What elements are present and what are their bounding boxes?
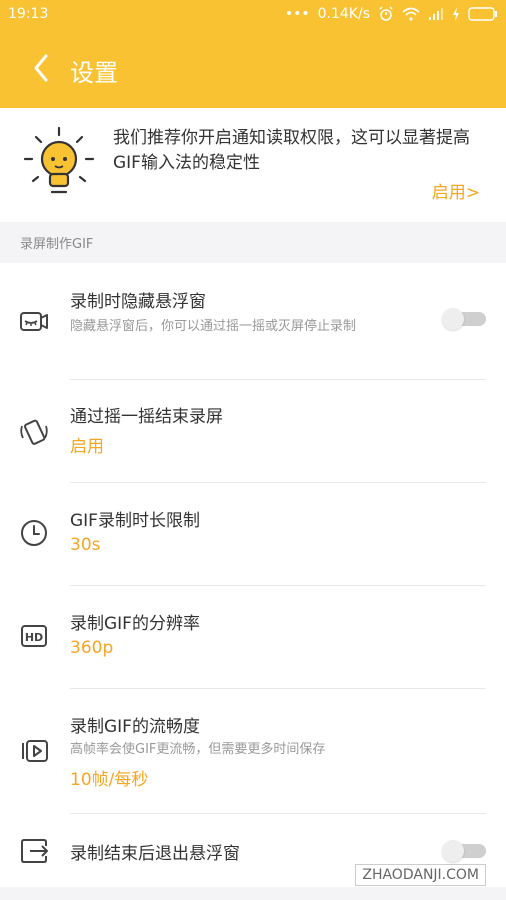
row-subtitle: 高帧率会使GIF更流畅，但需要更多时间保存: [70, 742, 326, 757]
toggle-knob: [442, 840, 464, 862]
wifi-icon: [402, 7, 420, 21]
row-title: 录制GIF的流畅度: [70, 717, 200, 737]
battery-icon: [468, 7, 497, 21]
watermark: ZHAODANJI.COM: [355, 864, 486, 886]
row-title: 录制GIF的分辨率: [70, 614, 200, 634]
row-value: 10帧/每秒: [70, 770, 149, 790]
hide-floating-window-toggle[interactable]: [442, 308, 486, 330]
row-subtitle: 隐藏悬浮窗后，你可以通过摇一摇或灭屏停止录制: [70, 319, 357, 334]
status-icons: ••• 0.14K/s: [285, 6, 498, 22]
hidden-camera-icon: [20, 312, 48, 331]
resolution-row[interactable]: HD 录制GIF的分辨率 360p: [0, 586, 506, 688]
svg-text:HD: HD: [25, 631, 43, 644]
hide-floating-window-row[interactable]: 录制时隐藏悬浮窗 隐藏悬浮窗后，你可以通过摇一摇或灭屏停止录制: [0, 263, 506, 379]
permission-notice: 我们推荐你开启通知读取权限，这可以显著提高GIF输入法的稳定性 启用>: [0, 108, 506, 222]
enable-permission-link[interactable]: 启用>: [432, 178, 480, 203]
shake-phone-icon: [20, 419, 48, 445]
exit-icon: [21, 839, 48, 863]
shake-to-stop-row[interactable]: 通过摇一摇结束录屏 启用: [0, 380, 506, 482]
notice-text: 我们推荐你开启通知读取权限，这可以显著提高GIF输入法的稳定性: [113, 128, 470, 173]
status-bar: 19:13 ••• 0.14K/s: [0, 0, 506, 30]
back-arrow-icon: [34, 54, 48, 82]
signal-icon: [429, 8, 443, 20]
section-title: 录屏制作GIF: [20, 237, 94, 252]
row-title: 录制结束后退出悬浮窗: [70, 844, 240, 864]
app-bar: 设置: [0, 30, 506, 108]
exit-floating-window-toggle[interactable]: [442, 840, 486, 862]
row-title: 通过摇一摇结束录屏: [70, 407, 223, 427]
row-title: 录制时隐藏悬浮窗: [70, 292, 206, 312]
row-value: 360p: [70, 638, 114, 658]
record-duration-row[interactable]: GIF录制时长限制 30s: [0, 483, 506, 585]
page-title: 设置: [70, 59, 118, 87]
row-value: 30s: [70, 535, 101, 555]
back-button[interactable]: [24, 48, 64, 88]
lightbulb-icon: [23, 126, 95, 194]
row-value: 启用: [70, 437, 104, 457]
dots-icon: •••: [284, 6, 310, 22]
alarm-icon: [379, 6, 393, 21]
playback-icon: [22, 740, 48, 762]
settings-list: 录制时隐藏悬浮窗 隐藏悬浮窗后，你可以通过摇一摇或灭屏停止录制 通过摇一摇结束录…: [0, 263, 506, 887]
frame-rate-row[interactable]: 录制GIF的流畅度 高帧率会使GIF更流畅，但需要更多时间保存 10帧/每秒: [0, 689, 506, 813]
charging-icon: [453, 7, 459, 21]
toggle-knob: [442, 308, 464, 330]
clock-icon: [21, 520, 47, 546]
status-time: 19:13: [8, 6, 49, 22]
network-speed: 0.14K/s: [317, 6, 370, 22]
hd-icon: HD: [21, 625, 47, 647]
row-title: GIF录制时长限制: [70, 511, 200, 531]
